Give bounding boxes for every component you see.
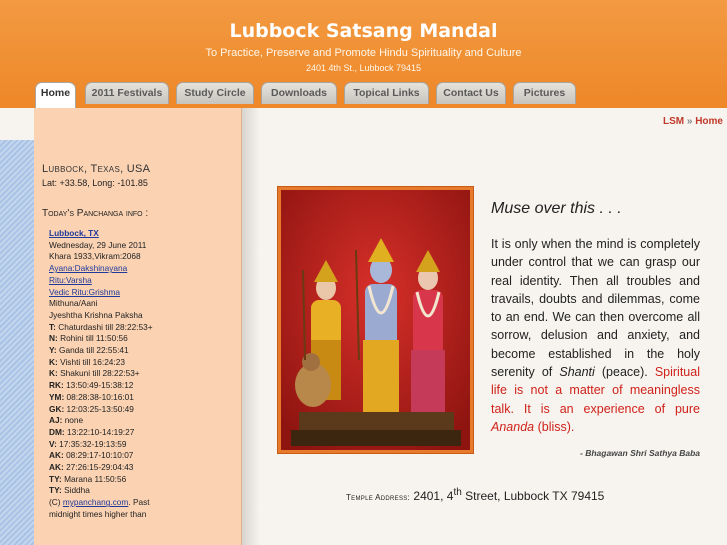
panchanga-row: K: Vishti till 16:24:23 <box>49 356 125 367</box>
breadcrumb-separator: » <box>686 116 693 127</box>
location-coords: Lat: +33.58, Long: -101.85 <box>42 178 148 188</box>
panchanga-era: Khara 1933,Vikram:2068 <box>49 251 141 262</box>
left-decor-strip <box>0 108 34 545</box>
left-decor-gap <box>0 108 34 140</box>
temple-address: Temple Address: 2401, 4th Street, Lubboc… <box>346 487 605 503</box>
panchanga-row: TY: Marana 11:50:56 <box>49 473 127 484</box>
panchanga-date: Wednesday, 29 June 2011 <box>49 239 147 250</box>
panchanga-row: GK: 12:03:25-13:50:49 <box>49 403 134 414</box>
temple-address-label: Temple Address: <box>346 493 411 502</box>
panchanga-vedic-ritu-link[interactable]: Vedic Ritu:Grishma <box>49 287 120 297</box>
breadcrumb: LSM » Home <box>663 116 723 127</box>
location-title: Lubbock, Texas, USA <box>42 163 151 175</box>
tab-downloads[interactable]: Downloads <box>261 82 337 104</box>
panchanga-row: K: Shakuni till 28:22:53+ <box>49 368 140 379</box>
panchanga-ayana-link[interactable]: Ayana:Dakshinayana <box>49 263 127 273</box>
panchanga-row: RK: 13:50:49-15:38:12 <box>49 380 134 391</box>
breadcrumb-lsm-link[interactable]: LSM <box>663 116 684 127</box>
sidebar-shadow <box>242 108 260 545</box>
panchanga-paksha: Jyeshtha Krishna Paksha <box>49 309 143 320</box>
tab-home[interactable]: Home <box>35 82 76 108</box>
panchanga-row: V: 17:35:32-19:13:59 <box>49 438 127 449</box>
tab-pictures[interactable]: Pictures <box>513 82 576 104</box>
panchanga-place-link[interactable]: Lubbock, TX <box>49 228 99 238</box>
panchanga-row: T: Chaturdashi till 28:22:53+ <box>49 321 153 332</box>
panchanga-row: N: Rohini till 11:50:56 <box>49 333 128 344</box>
panchanga-note: midnight times higher than <box>49 508 147 519</box>
panchanga-title: Today's Panchanga info : <box>42 208 149 219</box>
panchanga-row: TY: Siddha <box>49 485 90 496</box>
panchanga-row: AJ: none <box>49 415 84 426</box>
panchanga-credit: (C) mypanchang.com. Past <box>49 497 150 508</box>
panchanga-ritu-link[interactable]: Ritu:Varsha <box>49 275 92 285</box>
breadcrumb-home-link[interactable]: Home <box>695 116 723 127</box>
quote-author: - Bhagawan Shri Sathya Baba <box>580 448 700 458</box>
deity-photo-frame <box>277 186 474 454</box>
panchanga-row: DM: 13:22:10-14:19:27 <box>49 426 135 437</box>
panchanga-month: Mithuna/Aani <box>49 298 98 309</box>
deity-photo <box>281 190 470 450</box>
site-address: 2401 4th St., Lubbock 79415 <box>305 63 422 73</box>
panchanga-row: YM: 08:28:38-10:16:01 <box>49 391 134 402</box>
tab-2011-festivals[interactable]: 2011 Festivals <box>85 82 169 104</box>
tab-topical-links[interactable]: Topical Links <box>344 82 429 104</box>
panchanga-info: Lubbock, TX Wednesday, 29 June 2011 Khar… <box>49 228 239 521</box>
mypanchang-link[interactable]: mypanchang.com <box>63 497 129 507</box>
site-title[interactable]: Lubbock Satsang Mandal <box>0 20 727 42</box>
quote-title: Muse over this . . . <box>491 200 622 217</box>
quote-text: It is only when the mind is completely u… <box>491 237 700 434</box>
panchanga-row: AK: 08:29:17-10:10:07 <box>49 450 134 461</box>
tab-contact-us[interactable]: Contact Us <box>436 82 506 104</box>
panchanga-row: AK: 27:26:15-29:04:43 <box>49 462 134 473</box>
tab-study-circle[interactable]: Study Circle <box>176 82 254 104</box>
site-tagline: To Practice, Preserve and Promote Hindu … <box>205 47 522 59</box>
panchanga-row: Y: Ganda till 22:55:41 <box>49 345 129 356</box>
